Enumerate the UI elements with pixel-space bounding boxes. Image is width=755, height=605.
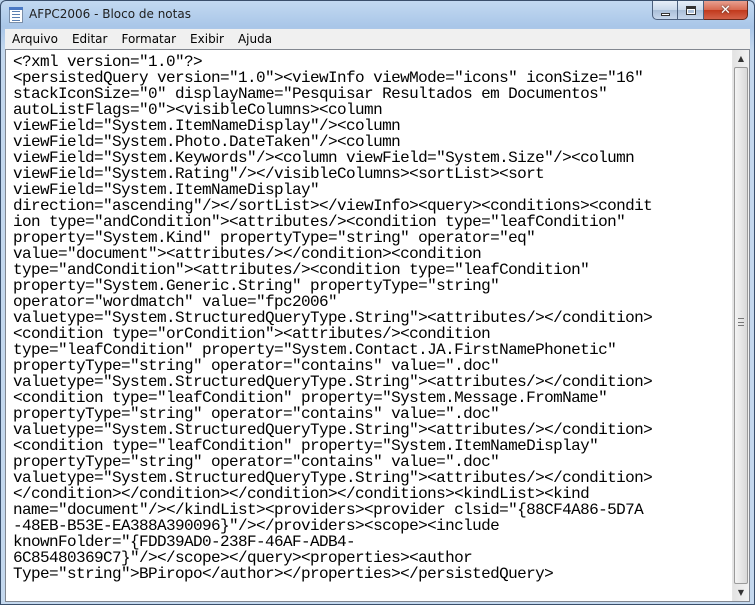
caption-buttons: ✕	[652, 1, 748, 21]
text-line: viewField="System.Rating"/></visibleColu…	[13, 165, 545, 183]
text-line: </condition></condition></condition></co…	[13, 485, 590, 503]
notepad-icon[interactable]	[9, 7, 23, 23]
text-line: -48EB-B53E-EA388A390096}"/></providers><…	[13, 517, 500, 535]
text-line: direction="ascending"/></sortList></view…	[13, 197, 653, 215]
menu-arquivo[interactable]: Arquivo	[5, 29, 65, 49]
text-line: propertyType="string" operator="contains…	[13, 357, 500, 375]
minimize-icon	[660, 12, 670, 16]
text-line: valuetype="System.StructuredQueryType.St…	[13, 373, 653, 391]
text-line: <?xml version="1.0"?>	[13, 53, 203, 71]
window-title: AFPC2006 - Bloco de notas	[29, 7, 191, 21]
maximize-icon	[685, 5, 696, 15]
title-bar[interactable]: AFPC2006 - Bloco de notas ✕	[1, 1, 754, 29]
menu-editar[interactable]: Editar	[65, 29, 115, 49]
text-line: <condition type="orCondition"><attribute…	[13, 325, 491, 343]
text-line: autoListFlags="0"><visibleColumns><colum…	[13, 101, 383, 119]
close-icon: ✕	[720, 2, 731, 18]
text-line: viewField="System.Keywords"/><column vie…	[13, 149, 635, 167]
text-line: type="leafCondition" property="System.Co…	[13, 341, 617, 359]
text-line: propertyType="string" operator="contains…	[13, 405, 500, 423]
text-line: propertyType="string" operator="contains…	[13, 453, 500, 471]
text-line: stackIconSize="0" displayName="Pesquisar…	[13, 85, 608, 103]
text-line: type="andCondition"><attributes/><condit…	[13, 261, 590, 279]
notepad-window: AFPC2006 - Bloco de notas ✕ Arquivo Edit…	[0, 0, 755, 605]
text-line: knownFolder="{FDD39AD0-238F-46AF-ADB4-	[13, 533, 356, 551]
document-text[interactable]: <?xml version="1.0"?> <persistedQuery ver…	[6, 50, 733, 582]
text-line: operator="wordmatch" value="fpc2006"	[13, 293, 338, 311]
text-line: value="document"><attributes/></conditio…	[13, 245, 482, 263]
thumb-grip-icon	[738, 318, 744, 326]
vertical-scrollbar[interactable]: ▲ ▼	[732, 50, 749, 601]
text-line: valuetype="System.StructuredQueryType.St…	[13, 309, 653, 327]
text-area[interactable]: <?xml version="1.0"?> <persistedQuery ver…	[6, 50, 733, 601]
text-line: <condition type="leafCondition" property…	[13, 389, 608, 407]
text-line: name="document"/></kindList><providers><…	[13, 501, 644, 519]
text-line: ion type="andCondition"><attributes/><co…	[13, 213, 626, 231]
text-line: valuetype="System.StructuredQueryType.St…	[13, 421, 653, 439]
scroll-down-arrow-icon[interactable]: ▼	[733, 584, 749, 601]
text-line: valuetype="System.StructuredQueryType.St…	[13, 469, 653, 487]
maximize-button[interactable]	[678, 1, 704, 20]
minimize-button[interactable]	[652, 1, 678, 20]
scrollbar-thumb[interactable]	[734, 67, 748, 584]
text-line: viewField="System.ItemNameDisplay"/><col…	[13, 117, 401, 135]
scroll-up-arrow-icon[interactable]: ▲	[733, 50, 749, 67]
text-line: <persistedQuery version="1.0"><viewInfo …	[13, 69, 644, 87]
text-line: 6C85480369C7}"/></scope></query><propert…	[13, 549, 473, 567]
menu-ajuda[interactable]: Ajuda	[231, 29, 279, 49]
close-button[interactable]: ✕	[704, 1, 748, 20]
text-line: viewField="System.ItemNameDisplay"	[13, 181, 320, 199]
text-line: property="System.Generic.String" propert…	[13, 277, 500, 295]
menu-formatar[interactable]: Formatar	[114, 29, 183, 49]
menu-exibir[interactable]: Exibir	[183, 29, 231, 49]
text-line: property="System.Kind" propertyType="str…	[13, 229, 536, 247]
text-line: Type="string">BPiropo</author></properti…	[13, 565, 554, 583]
text-line: <condition type="leafCondition" property…	[13, 437, 599, 455]
text-editor[interactable]: <?xml version="1.0"?> <persistedQuery ver…	[5, 49, 750, 602]
text-line: viewField="System.Photo.DateTaken"/><col…	[13, 133, 401, 151]
menu-bar: Arquivo Editar Formatar Exibir Ajuda	[5, 29, 750, 49]
